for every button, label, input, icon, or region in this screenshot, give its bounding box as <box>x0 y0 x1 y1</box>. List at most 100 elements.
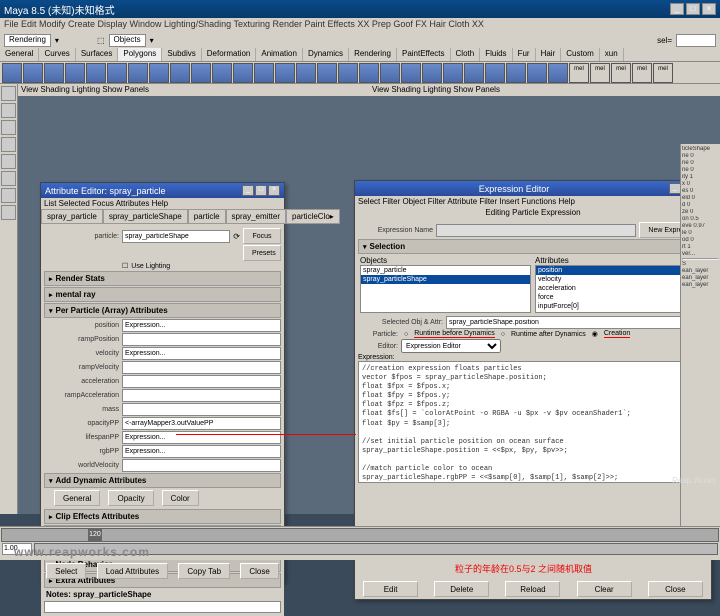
pp-input-rampPosition[interactable] <box>122 333 281 346</box>
shelf-icon[interactable] <box>401 63 421 83</box>
opacity-button[interactable]: Opacity <box>108 490 153 506</box>
shelf-tab-deformation[interactable]: Deformation <box>202 48 257 61</box>
expression-code-input[interactable]: //creation expression floats particles v… <box>358 361 708 483</box>
ae-tab[interactable]: spray_particle <box>41 209 103 224</box>
tool-icon[interactable] <box>1 86 16 101</box>
pp-input-rampVelocity[interactable] <box>122 361 281 374</box>
pp-input-acceleration[interactable] <box>122 375 281 388</box>
tool-icon[interactable] <box>1 103 16 118</box>
close-button[interactable]: Close <box>648 581 703 597</box>
shelf-tab-dynamics[interactable]: Dynamics <box>303 48 349 61</box>
load-attributes-button[interactable]: Load Attributes <box>97 563 168 579</box>
pp-input-velocity[interactable] <box>122 347 281 360</box>
radio-creation[interactable]: Creation <box>604 330 630 338</box>
viewport-menu-left[interactable]: View Shading Lighting Show Panels <box>18 84 369 96</box>
shelf-tab-surfaces[interactable]: Surfaces <box>76 48 119 61</box>
tool-icon[interactable] <box>1 188 16 203</box>
current-frame[interactable]: 120 <box>88 529 102 541</box>
use-lighting-checkbox[interactable]: Use Lighting <box>131 263 170 270</box>
shelf-icon[interactable] <box>422 63 442 83</box>
ae-tab[interactable]: particle <box>188 209 226 224</box>
maximize-button[interactable]: □ <box>686 3 700 15</box>
pp-input-position[interactable] <box>122 319 281 332</box>
shelf-icon[interactable] <box>107 63 127 83</box>
shelf-icon[interactable] <box>23 63 43 83</box>
time-slider[interactable]: 120 <box>1 528 719 542</box>
shelf-tab-animation[interactable]: Animation <box>256 48 303 61</box>
ae-tab[interactable]: spray_emitter <box>226 209 286 224</box>
shelf-icon[interactable] <box>506 63 526 83</box>
shelf-icon[interactable] <box>548 63 568 83</box>
shelf-icon[interactable] <box>44 63 64 83</box>
reload-button[interactable]: Reload <box>505 581 560 597</box>
shelf-tab-subdivs[interactable]: Subdivs <box>162 48 201 61</box>
section-render-stats[interactable]: Render Stats <box>44 271 281 286</box>
mode-dropdown[interactable]: Rendering <box>4 34 51 47</box>
pp-input-rampAcceleration[interactable] <box>122 389 281 402</box>
clear-button[interactable]: Clear <box>577 581 632 597</box>
objects-listbox[interactable]: spray_particle spray_particleShape <box>360 265 531 313</box>
mel-icon[interactable]: mel <box>569 63 589 83</box>
expr-name-input[interactable] <box>436 224 636 237</box>
mel-icon[interactable]: mel <box>590 63 610 83</box>
close-button[interactable]: Close <box>240 563 278 579</box>
mel-icon[interactable]: mel <box>632 63 652 83</box>
section-mental-ray[interactable]: mental ray <box>44 287 281 302</box>
shelf-tab-cloth[interactable]: Cloth <box>451 48 481 61</box>
section-add-dynamic[interactable]: Add Dynamic Attributes <box>44 473 281 488</box>
reload-icon[interactable]: ⟳ <box>233 232 240 241</box>
shelf-icon[interactable] <box>527 63 547 83</box>
shelf-icon[interactable] <box>128 63 148 83</box>
shelf-icon[interactable] <box>191 63 211 83</box>
shelf-icon[interactable] <box>338 63 358 83</box>
shelf-icon[interactable] <box>149 63 169 83</box>
shelf-tab-xun[interactable]: xun <box>600 48 624 61</box>
shelf-tab-polygons[interactable]: Polygons <box>118 48 162 61</box>
radio-runtime-after[interactable]: Runtime after Dynamics <box>511 331 586 338</box>
tool-icon[interactable] <box>1 120 16 135</box>
shelf-tab-general[interactable]: General <box>0 48 39 61</box>
tool-icon[interactable] <box>1 154 16 169</box>
shelf-icon[interactable] <box>65 63 85 83</box>
shelf-icon[interactable] <box>170 63 190 83</box>
delete-button[interactable]: Delete <box>434 581 489 597</box>
shelf-icon[interactable] <box>233 63 253 83</box>
notes-input[interactable] <box>44 601 281 613</box>
pp-input-worldVelocity[interactable] <box>122 459 281 472</box>
shelf-icon[interactable] <box>2 63 22 83</box>
attr-editor-menu[interactable]: List Selected Focus Attributes Help <box>41 198 284 209</box>
shelf-tab-rendering[interactable]: Rendering <box>349 48 397 61</box>
shelf-icon[interactable] <box>485 63 505 83</box>
ae-tab[interactable]: spray_particleShape <box>103 209 188 224</box>
section-selection[interactable]: Selection <box>358 239 708 254</box>
shelf-icon[interactable] <box>317 63 337 83</box>
presets-button[interactable]: Presets <box>243 245 281 261</box>
shelf-icon[interactable] <box>380 63 400 83</box>
mel-icon[interactable]: mel <box>611 63 631 83</box>
radio-runtime-before[interactable]: Runtime before Dynamics <box>414 330 495 338</box>
section-collapsed[interactable]: Clip Effects Attributes <box>44 509 281 524</box>
editor-dropdown[interactable]: Expression Editor <box>401 339 501 353</box>
section-per-particle[interactable]: Per Particle (Array) Attributes <box>44 303 281 318</box>
ae-tab[interactable]: particleClo▸ <box>286 209 340 224</box>
objects-dropdown[interactable]: Objects <box>109 34 146 47</box>
particle-name-input[interactable] <box>122 230 230 243</box>
panel-close-icon[interactable]: × <box>268 185 280 196</box>
color-button[interactable]: Color <box>162 490 199 506</box>
minimize-button[interactable]: _ <box>670 3 684 15</box>
sel-input[interactable] <box>676 34 716 47</box>
shelf-tab-hair[interactable]: Hair <box>536 48 562 61</box>
tool-icon[interactable] <box>1 137 16 152</box>
shelf-icon[interactable] <box>275 63 295 83</box>
tool-icon[interactable] <box>1 171 16 186</box>
copy-tab-button[interactable]: Copy Tab <box>178 563 230 579</box>
shelf-tab-fur[interactable]: Fur <box>513 48 536 61</box>
main-menubar[interactable]: File Edit Modify Create Display Window L… <box>0 18 720 32</box>
pp-input-mass[interactable] <box>122 403 281 416</box>
shelf-tab-custom[interactable]: Custom <box>561 48 600 61</box>
edit-button[interactable]: Edit <box>363 581 418 597</box>
shelf-icon[interactable] <box>464 63 484 83</box>
shelf-icon[interactable] <box>443 63 463 83</box>
shelf-tab-fluids[interactable]: Fluids <box>480 48 512 61</box>
viewport-menu-right[interactable]: View Shading Lighting Show Panels <box>369 84 720 96</box>
